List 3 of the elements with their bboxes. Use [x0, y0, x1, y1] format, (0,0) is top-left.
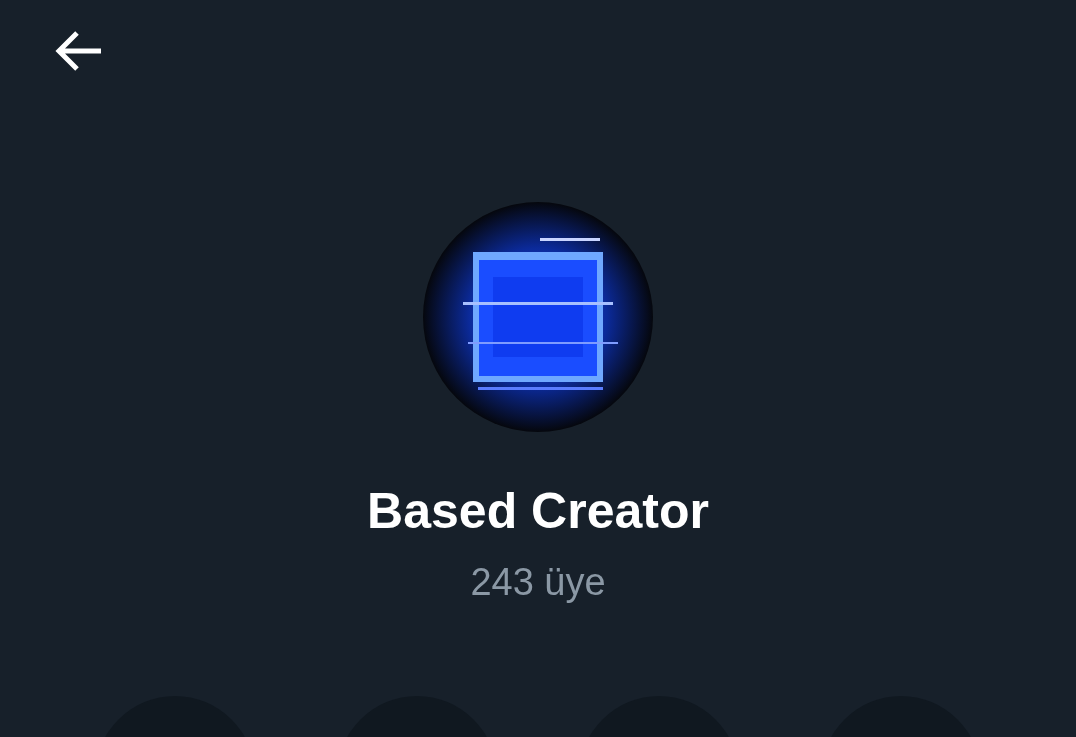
member-count: 243 üye	[470, 560, 606, 605]
back-arrow-icon	[53, 30, 103, 72]
community-name: Based Creator	[367, 482, 709, 541]
